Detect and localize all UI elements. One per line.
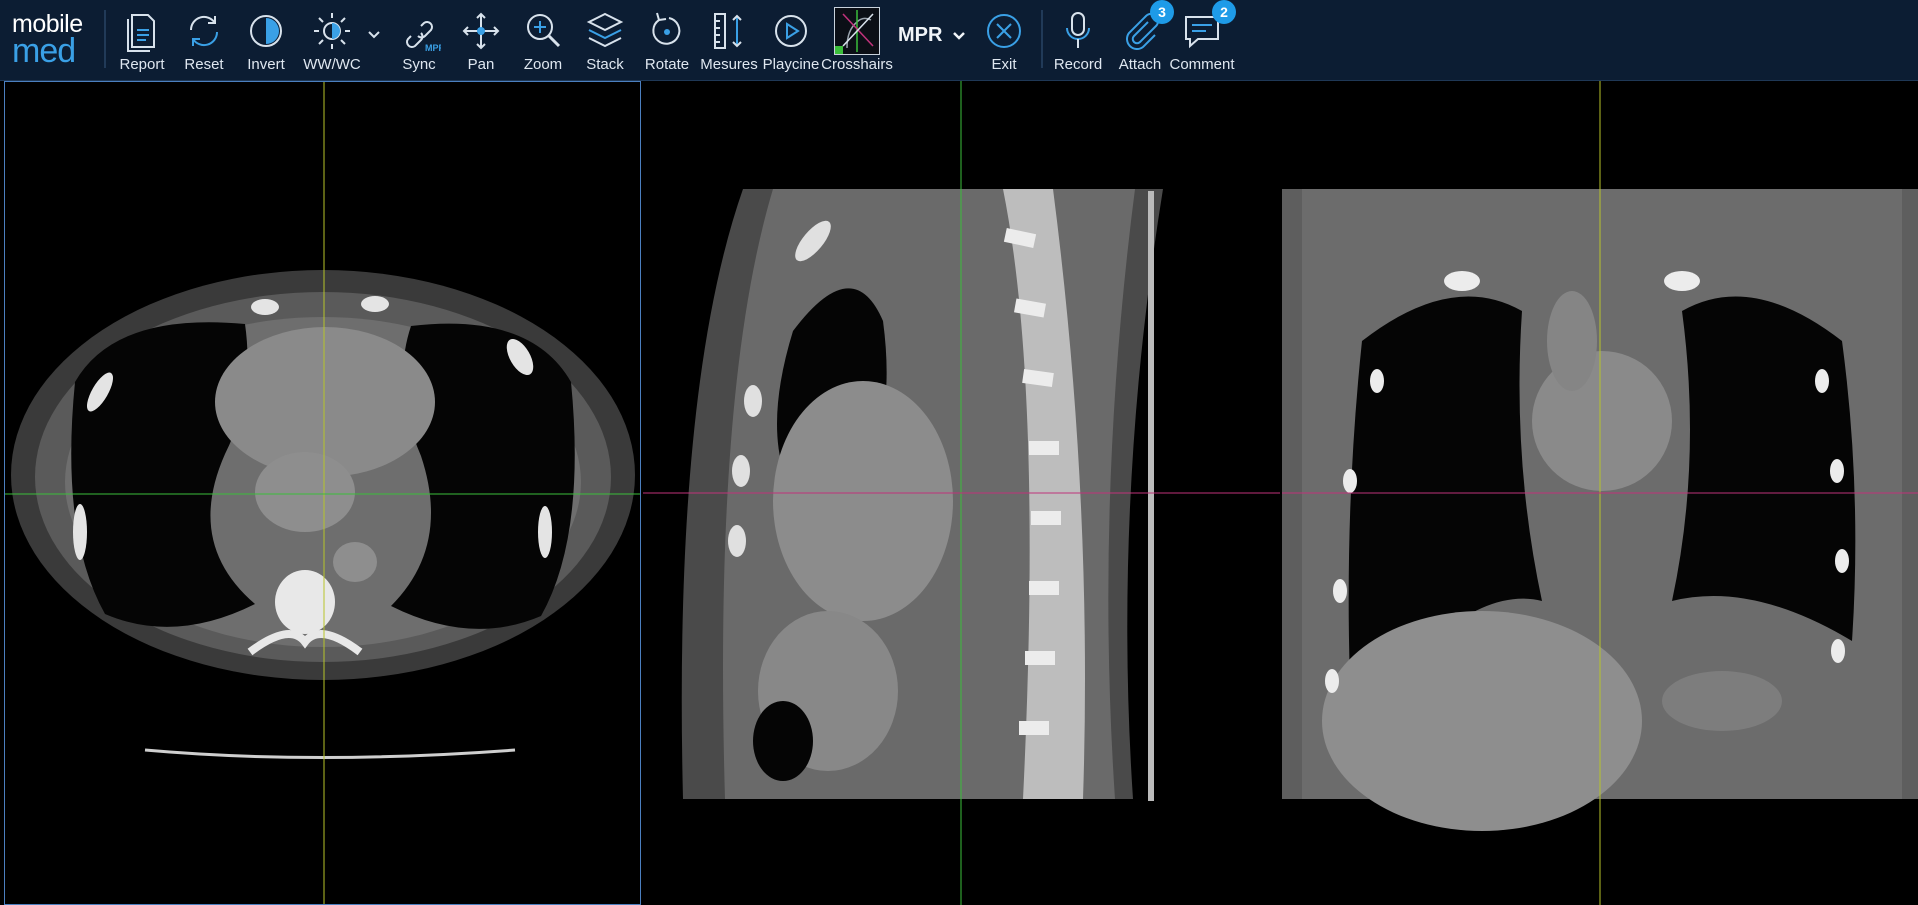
playcine-button[interactable]: Playcine (760, 6, 822, 76)
wwwc-chevron-down-icon[interactable] (367, 30, 381, 40)
comment-button[interactable]: Comment 2 (1169, 0, 1236, 76)
rotate-icon (652, 12, 681, 45)
invert-button[interactable]: Invert (235, 6, 297, 76)
sagittal-ct-image (643, 81, 1280, 905)
report-icon (127, 14, 155, 52)
coronal-ct-image (1282, 81, 1918, 905)
mobilemed-logo: mobile med (10, 10, 88, 70)
logo-text-med: med (12, 32, 76, 70)
play-icon (775, 15, 807, 47)
comment-count-badge: 2 (1212, 0, 1236, 24)
microphone-icon (1066, 12, 1090, 48)
exit-label: Exit (991, 56, 1017, 73)
layout-mode-dropdown[interactable]: MPR (898, 24, 966, 54)
link-icon: MPR (406, 21, 441, 53)
wwwc-label: WW/WC (303, 56, 361, 73)
reset-icon (189, 15, 219, 47)
ruler-icon (714, 13, 742, 49)
crosshairs-icon (834, 7, 880, 55)
close-icon (987, 14, 1021, 48)
comment-label: Comment (1169, 56, 1235, 73)
crosshairs-button[interactable]: Crosshairs (821, 6, 893, 76)
move-arrows-icon (462, 12, 500, 50)
exit-button[interactable]: Exit (973, 6, 1035, 76)
chevron-down-icon (953, 31, 965, 40)
sync-mpr-badge: MPR (425, 43, 441, 53)
layout-mode-label: MPR (898, 24, 943, 46)
toolbar: mobile med Report Reset Invert WW/WC MP … (0, 0, 1918, 81)
brightness-icon (314, 13, 350, 49)
sagittal-viewport[interactable] (643, 81, 1280, 905)
axial-ct-image (5, 82, 640, 904)
wwwc-button[interactable]: WW/WC (301, 6, 363, 76)
coronal-viewport[interactable] (1282, 81, 1918, 905)
crosshairs-label: Crosshairs (821, 56, 893, 73)
layers-icon (586, 12, 624, 48)
axial-viewport[interactable] (4, 81, 641, 905)
invert-icon (250, 15, 282, 47)
zoom-in-icon (527, 14, 561, 48)
